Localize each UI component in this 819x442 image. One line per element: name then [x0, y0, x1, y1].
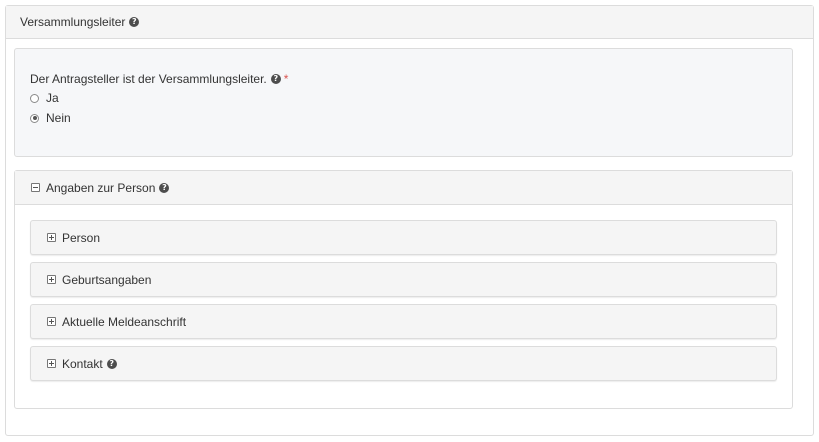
panel-title: Versammlungsleiter: [20, 15, 126, 29]
radio-ja[interactable]: [30, 93, 39, 103]
radio-nein[interactable]: [30, 113, 39, 123]
help-icon[interactable]: ?: [129, 17, 140, 27]
subsection-person[interactable]: Person: [30, 220, 777, 255]
question-label: Der Antragsteller ist der Versammlungsle…: [30, 71, 792, 87]
angaben-zur-person-header[interactable]: Angaben zur Person ?: [15, 171, 792, 205]
subsection-label: Person: [62, 230, 101, 245]
subsection-label: Aktuelle Meldeanschrift: [62, 314, 187, 329]
radio-label-ja: Ja: [46, 91, 59, 105]
help-icon[interactable]: ?: [270, 74, 281, 84]
subsection-geburtsangaben[interactable]: Geburtsangaben: [30, 262, 777, 297]
question-box: Der Antragsteller ist der Versammlungsle…: [14, 48, 793, 157]
subsection-aktuelle-meldeanschrift[interactable]: Aktuelle Meldeanschrift: [30, 304, 777, 339]
required-marker: *: [283, 72, 289, 86]
subsection-kontakt[interactable]: Kontakt ?: [30, 346, 777, 381]
expand-icon[interactable]: [47, 317, 56, 326]
expand-icon[interactable]: [47, 275, 56, 284]
expand-icon[interactable]: [47, 233, 56, 242]
radio-option-ja[interactable]: Ja: [30, 89, 792, 107]
expand-icon[interactable]: [47, 359, 56, 368]
subsection-label: Kontakt: [62, 356, 103, 371]
question-text: Der Antragsteller ist der Versammlungsle…: [30, 72, 267, 86]
help-icon[interactable]: ?: [106, 358, 117, 369]
angaben-zur-person-panel: Angaben zur Person ? Person Geburtsangab…: [14, 170, 793, 409]
panel-header: Versammlungsleiter ?: [6, 6, 813, 39]
subsection-label: Geburtsangaben: [62, 272, 152, 287]
radio-label-nein: Nein: [46, 111, 71, 125]
collapse-icon[interactable]: [31, 183, 40, 192]
help-icon[interactable]: ?: [159, 182, 170, 193]
angaben-zur-person-title: Angaben zur Person: [46, 180, 156, 195]
radio-option-nein[interactable]: Nein: [30, 109, 792, 127]
